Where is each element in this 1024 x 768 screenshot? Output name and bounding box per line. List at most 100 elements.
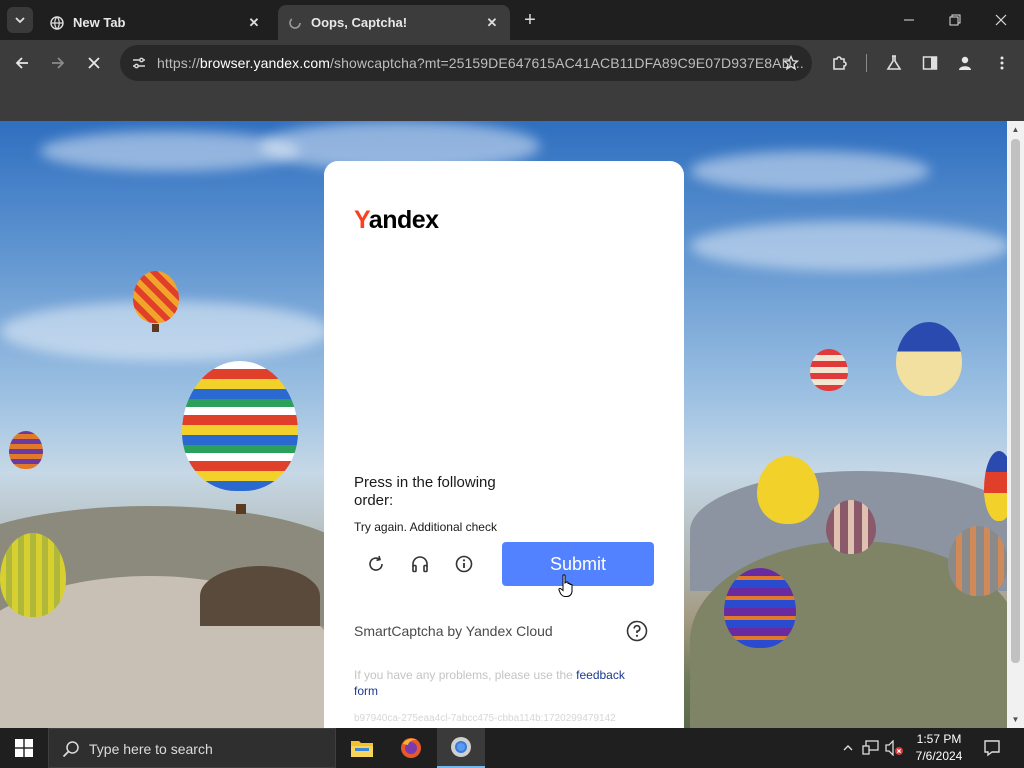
url-scheme: https:// (157, 55, 200, 71)
hot-air-balloon (182, 361, 298, 491)
request-id: b97940ca-275eaa4cl-7abcc475-cbba114b:172… (354, 713, 616, 724)
hot-air-balloon (9, 431, 43, 469)
show-hidden-icons-chevron-icon[interactable] (838, 738, 858, 758)
page-scrollbar[interactable]: ▲ ▼ (1007, 121, 1024, 728)
close-tab-icon[interactable]: ✕ (482, 13, 502, 33)
chrome-icon (451, 737, 471, 757)
clock-time: 1:57 PM (916, 732, 962, 746)
globe-icon (50, 15, 64, 30)
balloon-basket (236, 504, 246, 514)
chrome-taskbar-button[interactable] (437, 728, 485, 768)
profile-button[interactable] (950, 48, 980, 78)
puzzle-icon (833, 56, 847, 70)
firefox-icon (401, 738, 421, 758)
info-icon (455, 555, 473, 573)
restore-icon (949, 14, 961, 26)
scroll-thumb[interactable] (1011, 139, 1020, 663)
chevron-down-icon (15, 17, 25, 24)
volume-muted-icon[interactable] (884, 738, 904, 758)
back-button[interactable] (7, 48, 37, 78)
close-tab-icon[interactable]: ✕ (244, 13, 264, 33)
hot-air-balloon (757, 456, 819, 524)
network-icon[interactable] (861, 738, 881, 758)
scroll-down-arrow-icon[interactable]: ▼ (1007, 711, 1024, 728)
restore-button[interactable] (932, 0, 978, 40)
refresh-captcha-button[interactable] (363, 551, 389, 577)
cloud (40, 131, 300, 171)
submit-button[interactable]: Submit (502, 542, 654, 586)
hot-air-balloon (133, 271, 179, 323)
arrow-right-icon (52, 57, 65, 69)
captcha-instruction: Press in the following order: (354, 474, 496, 509)
forward-button[interactable] (43, 48, 73, 78)
minimize-icon (904, 19, 914, 21)
hot-air-balloon (984, 451, 1007, 521)
bookmark-bar (0, 86, 1024, 121)
refresh-icon (369, 555, 383, 571)
file-explorer-taskbar-button[interactable] (338, 728, 386, 768)
tune-icon (133, 57, 145, 69)
address-bar[interactable]: https://browser.yandex.com/showcaptcha?m… (120, 45, 812, 81)
bookmark-star-button[interactable] (780, 52, 802, 74)
side-panel-button[interactable] (915, 48, 945, 78)
system-clock[interactable]: 1:57 PM 7/6/2024 (906, 731, 972, 765)
minimize-button[interactable] (886, 0, 932, 40)
feedback-prefix: If you have any problems, please use the (354, 668, 573, 682)
tab-title: Oops, Captcha! (311, 15, 408, 30)
url-host: browser.yandex.com (199, 55, 331, 71)
close-window-button[interactable] (978, 0, 1024, 40)
captcha-error-message: Try again. Additional check (354, 520, 497, 534)
url-path: /showcaptcha?mt=25159DE647615AC41ACB11DF… (330, 55, 804, 71)
new-tab-button[interactable]: + (518, 8, 542, 32)
notifications-button[interactable] (980, 736, 1004, 760)
yandex-logo-rest: andex (368, 206, 439, 234)
stop-loading-button[interactable] (79, 48, 109, 78)
site-info-button[interactable] (126, 50, 152, 76)
taskbar-search[interactable]: Type here to search (48, 728, 336, 768)
loading-favicon-icon (288, 16, 302, 30)
yandex-logo-y: Y (354, 206, 369, 234)
arrow-left-icon (15, 57, 28, 69)
clock-date: 7/6/2024 (915, 749, 963, 763)
hot-air-balloon (826, 500, 876, 554)
url-text[interactable]: https://browser.yandex.com/showcaptcha?m… (157, 55, 804, 71)
hot-air-balloon (948, 526, 1007, 596)
info-button[interactable] (451, 551, 477, 577)
stop-icon (88, 57, 100, 69)
star-icon (783, 55, 799, 71)
hot-air-balloon (0, 533, 66, 617)
hot-air-balloon (810, 349, 848, 391)
headphones-icon (412, 556, 428, 573)
hot-air-balloon (724, 568, 796, 648)
firefox-taskbar-button[interactable] (387, 728, 435, 768)
captcha-card: Yandex Press in the following order: Try… (324, 161, 684, 741)
help-button[interactable] (626, 620, 648, 642)
yandex-logo: Yandex (354, 206, 439, 235)
tab-captcha[interactable]: Oops, Captcha! ✕ (278, 5, 510, 40)
tab-new-tab[interactable]: New Tab ✕ (40, 5, 272, 40)
extensions-button[interactable] (825, 48, 855, 78)
audio-captcha-button[interactable] (407, 551, 433, 577)
side-panel-icon (922, 56, 938, 70)
tab-search-button[interactable] (7, 7, 33, 33)
menu-button[interactable] (987, 48, 1017, 78)
cloud (690, 221, 1007, 271)
balloon-basket (152, 324, 159, 332)
feedback-note: If you have any problems, please use the… (354, 667, 644, 699)
search-placeholder: Type here to search (89, 741, 213, 757)
windows-logo-icon (15, 739, 33, 757)
scroll-up-arrow-icon[interactable]: ▲ (1007, 121, 1024, 138)
labs-button[interactable] (879, 48, 909, 78)
folder-icon (351, 741, 373, 757)
person-icon (959, 56, 971, 70)
close-icon (995, 14, 1007, 26)
start-button[interactable] (0, 728, 48, 768)
browser-toolbar: https://browser.yandex.com/showcaptcha?m… (0, 40, 1024, 86)
flask-icon (886, 55, 902, 70)
question-circle-icon (626, 620, 648, 642)
hand-pointer-cursor-icon (558, 574, 573, 597)
tab-title: New Tab (73, 15, 126, 30)
captcha-image-area[interactable] (354, 256, 654, 461)
more-vertical-icon (1000, 56, 1004, 70)
notification-icon (984, 740, 1000, 757)
